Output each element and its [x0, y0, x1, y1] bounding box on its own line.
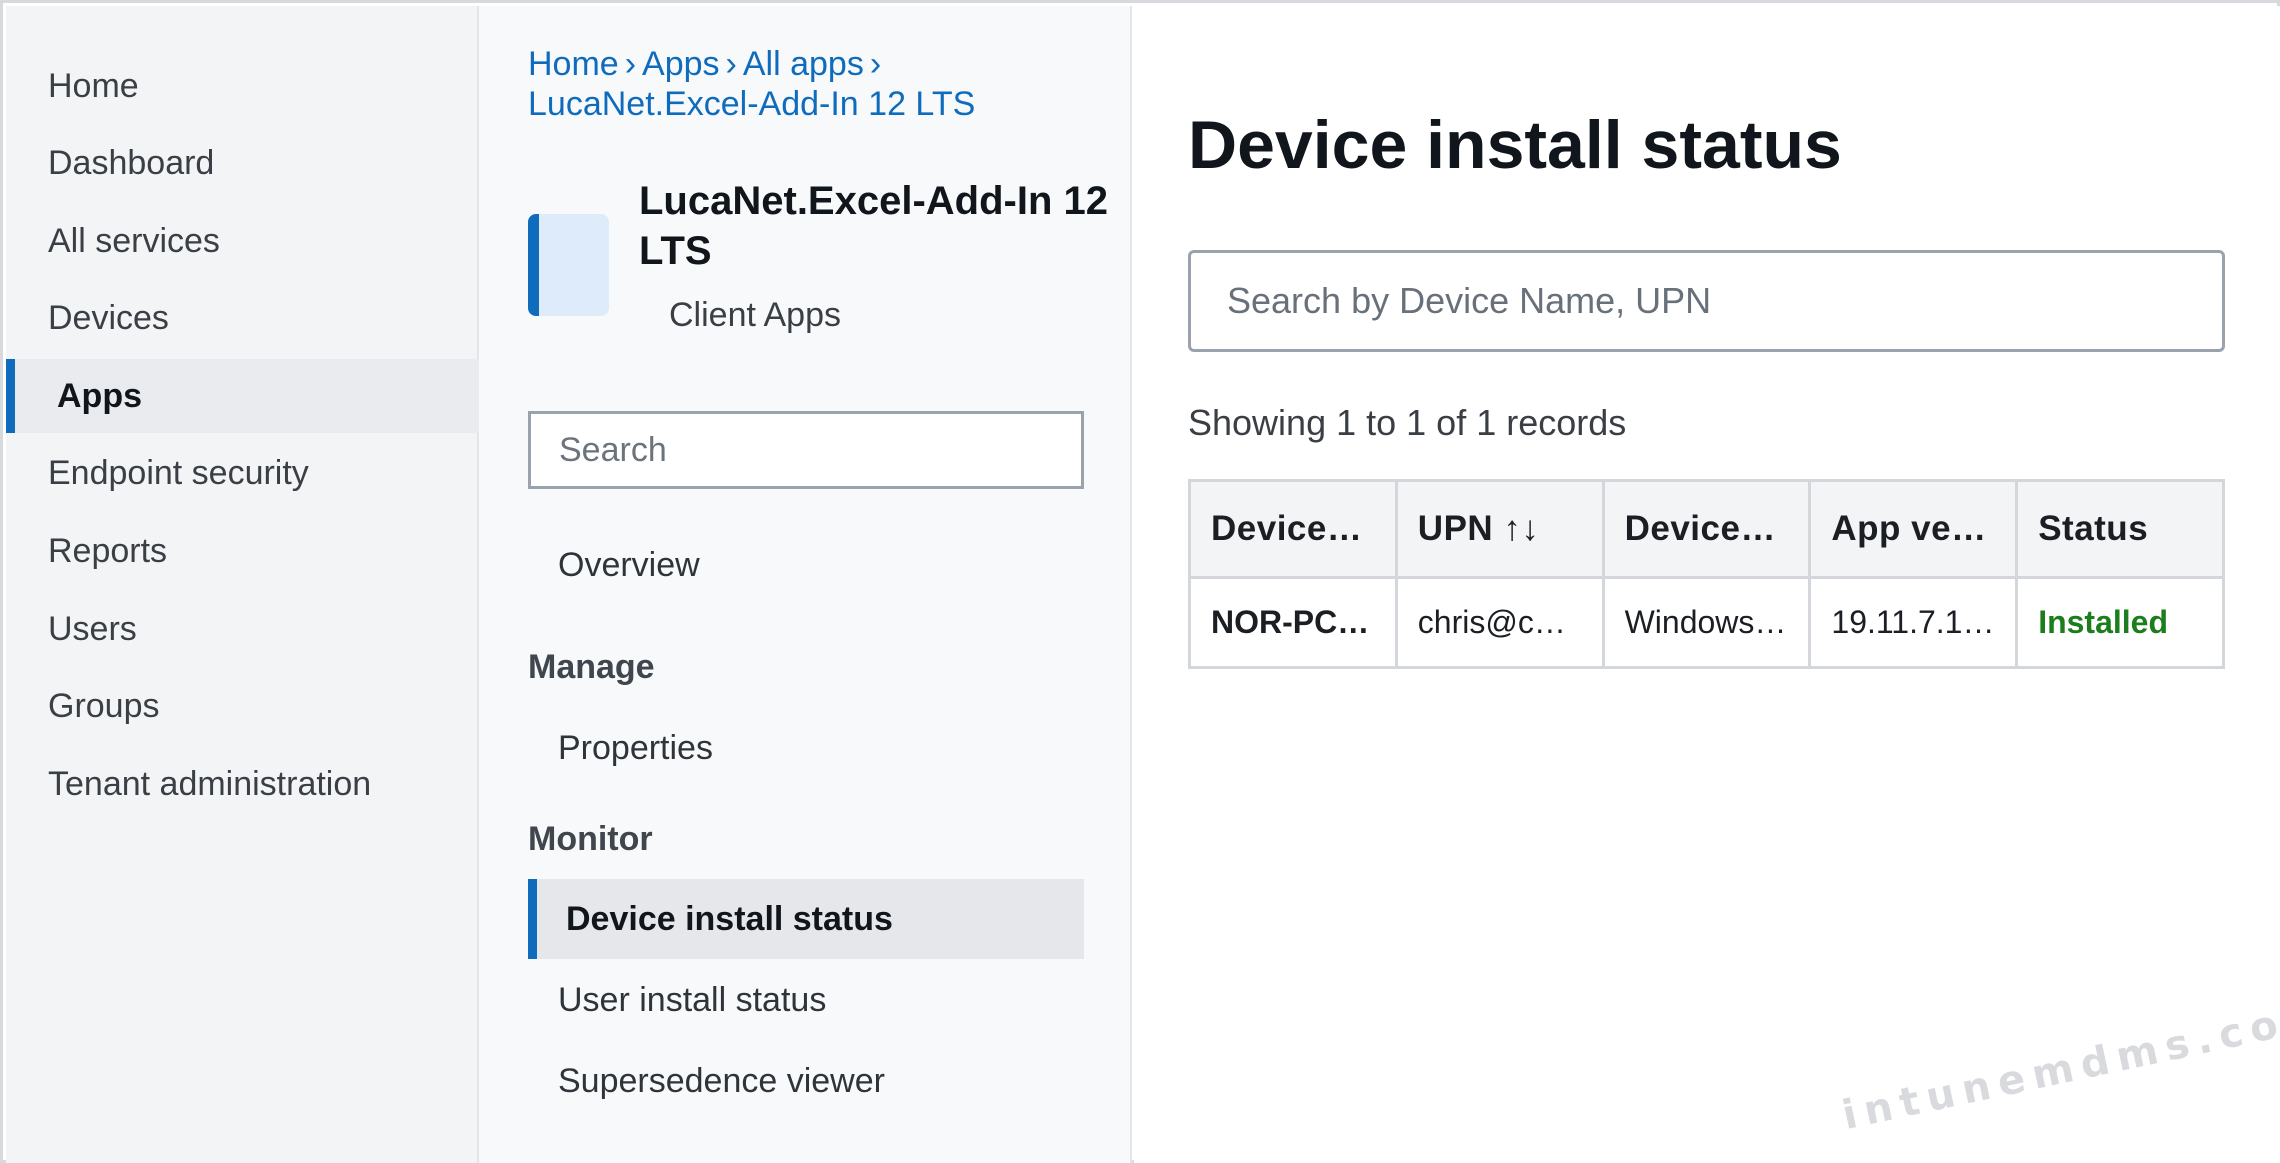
menu-item-supersedence-viewer[interactable]: Supersedence viewer — [528, 1041, 1084, 1121]
table-row[interactable]: NOR-PC… chris@c… Windows… 19.11.7.1… Ins… — [1188, 576, 2225, 669]
nav-item-tenant-administration[interactable]: Tenant administration — [6, 747, 479, 821]
table-header-row: Device… UPN ↑↓ Device… App ve… Status — [1188, 479, 2225, 579]
nav-item-home[interactable]: Home — [6, 49, 479, 123]
breadcrumb-all-apps[interactable]: All apps — [743, 45, 864, 83]
breadcrumb-app[interactable]: LucaNet.Excel-Add-In 12 LTS — [528, 85, 975, 123]
cell-upn: chris@c… — [1394, 576, 1605, 669]
menu-section-monitor: Monitor — [528, 820, 653, 858]
menu-section-manage: Manage — [528, 648, 655, 686]
nav-item-groups[interactable]: Groups — [6, 669, 479, 743]
column-header-app-version[interactable]: App ve… — [1808, 479, 2019, 579]
menu-item-overview[interactable]: Overview — [528, 525, 1084, 605]
window-frame: Home Dashboard All services Devices Apps… — [0, 0, 2280, 1163]
cell-device-name[interactable]: NOR-PC… — [1188, 576, 1398, 669]
cell-app-version: 19.11.7.1… — [1808, 576, 2019, 669]
breadcrumb-separator: › — [869, 45, 882, 83]
app-blade: Home › Apps › All apps › LucaNet.Excel-Add-In … — [479, 6, 1132, 1163]
menu-item-user-install-status[interactable]: User install status — [528, 960, 1084, 1040]
page-title: Device install status — [1188, 107, 1842, 183]
breadcrumb-apps[interactable]: Apps — [642, 45, 720, 83]
app-icon — [528, 214, 609, 316]
nav-item-dashboard[interactable]: Dashboard — [6, 126, 479, 200]
breadcrumb-separator: › — [624, 45, 637, 83]
nav-item-all-services[interactable]: All services — [6, 204, 479, 278]
blade-search-input[interactable] — [528, 411, 1084, 489]
menu-item-device-install-status[interactable]: Device install status — [528, 879, 1084, 959]
device-status-table: Device… UPN ↑↓ Device… App ve… Status NO… — [1188, 479, 2225, 669]
app-type: Client Apps — [669, 296, 841, 334]
records-count: Showing 1 to 1 of 1 records — [1188, 402, 1627, 443]
column-header-device-name[interactable]: Device… — [1188, 479, 1398, 579]
column-header-upn[interactable]: UPN ↑↓ — [1394, 479, 1605, 579]
menu-item-properties[interactable]: Properties — [528, 708, 1084, 788]
column-header-status[interactable]: Status — [2015, 479, 2225, 579]
cell-device-os: Windows… — [1601, 576, 1812, 669]
app-name: LucaNet.Excel-Add-In 12 LTS — [639, 179, 1109, 273]
column-header-device-os[interactable]: Device… — [1601, 479, 1812, 579]
breadcrumb: Home › Apps › All apps › LucaNet.Excel-Add-In … — [528, 44, 1108, 124]
breadcrumb-separator: › — [725, 45, 737, 83]
device-search-input[interactable] — [1188, 250, 2225, 352]
nav-item-users[interactable]: Users — [6, 592, 479, 666]
nav-item-endpoint-security[interactable]: Endpoint security — [6, 436, 479, 510]
nav-item-reports[interactable]: Reports — [6, 514, 479, 588]
nav-item-devices[interactable]: Devices — [6, 281, 479, 355]
status-badge: Installed — [2015, 576, 2225, 669]
main-content: Device install status Showing 1 to 1 of … — [1134, 6, 2280, 1163]
left-nav: Home Dashboard All services Devices Apps… — [6, 6, 479, 1163]
nav-item-apps[interactable]: Apps — [6, 359, 479, 433]
breadcrumb-home[interactable]: Home — [528, 45, 619, 83]
